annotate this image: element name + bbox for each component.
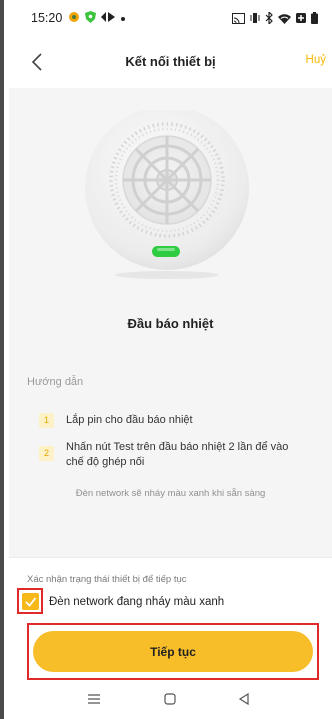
left-edge-bar	[0, 0, 4, 719]
shield-icon	[85, 10, 97, 26]
step-text: Lắp pin cho đầu báo nhiệt	[66, 414, 193, 426]
vibrate-icon	[250, 13, 260, 23]
notification-dot-icon	[68, 11, 80, 26]
back-nav-icon[interactable]	[237, 692, 251, 711]
status-right-icons	[232, 12, 318, 24]
checkbox-checked	[22, 593, 39, 610]
device-name: Đầu báo nhiệt	[127, 316, 214, 331]
header: Kết nối thiết bị Huỷ	[9, 36, 332, 88]
cast-icon	[232, 12, 245, 24]
guide-step: 2 Nhấn nút Test trên đầu báo nhiệt 2 lần…	[39, 440, 298, 470]
step-number: 2	[39, 446, 54, 461]
battery-icon	[311, 12, 318, 24]
battery-saver-icon	[296, 13, 306, 23]
checkbox-label[interactable]: Đèn network đang nháy màu xanh	[49, 596, 224, 608]
bluetooth-icon	[265, 12, 273, 24]
phone-screen: 15:20 Kết nối thiết bị Huỷ Đầu báo nhiệt…	[9, 0, 332, 719]
guide-note: Đèn network sẽ nháy màu xanh khi sẵn sàn…	[75, 488, 266, 499]
confirm-label: Xác nhận trạng thái thiết bị để tiếp tục	[27, 574, 187, 585]
confirm-checkbox[interactable]	[17, 588, 43, 614]
dot-icon	[120, 11, 126, 25]
device-illustration	[9, 106, 332, 280]
step-number: 1	[39, 413, 54, 428]
network-led	[152, 246, 180, 257]
check-icon	[25, 597, 37, 607]
home-icon[interactable]	[163, 692, 177, 711]
wifi-icon	[278, 13, 291, 24]
continue-button[interactable]: Tiếp tục	[33, 631, 313, 672]
status-time: 15:20	[31, 11, 63, 25]
status-bar: 15:20	[9, 0, 332, 36]
menu-icon[interactable]	[87, 692, 101, 711]
cancel-button[interactable]: Huỷ	[306, 54, 326, 66]
system-nav-bar	[9, 688, 332, 719]
page-title: Kết nối thiết bị	[125, 54, 216, 69]
media-icon	[101, 11, 116, 25]
guide-title: Hướng dẫn	[27, 376, 84, 388]
guide-step: 1 Lắp pin cho đầu báo nhiệt	[39, 413, 298, 428]
continue-button-frame: Tiếp tục	[27, 623, 319, 680]
step-text: Nhấn nút Test trên đầu báo nhiệt 2 lần đ…	[66, 441, 289, 468]
